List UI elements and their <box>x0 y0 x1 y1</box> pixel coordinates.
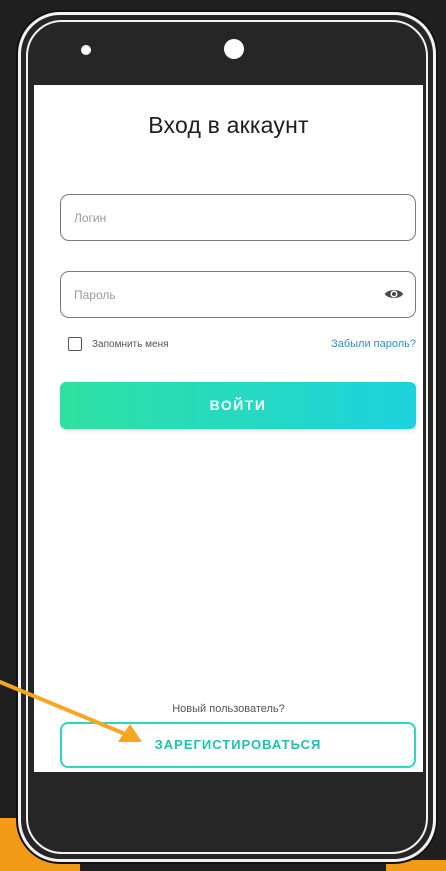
login-button[interactable]: ВОЙТИ <box>60 382 416 429</box>
password-input[interactable]: Пароль <box>60 271 416 318</box>
remember-me-checkbox[interactable] <box>68 337 82 351</box>
login-input-placeholder: Логин <box>74 211 107 225</box>
remember-me-label: Запомнить меня <box>92 338 169 350</box>
page-title: Вход в аккаунт <box>148 112 309 138</box>
annotation-arrow-icon <box>0 680 142 742</box>
password-input-placeholder: Пароль <box>74 288 116 302</box>
login-screen: Вход в аккаунт Логин Пароль Запомнить ме… <box>34 85 423 772</box>
phone-camera-dot <box>224 39 244 59</box>
phone-speaker-dot <box>81 45 91 55</box>
login-input[interactable]: Логин <box>60 194 416 241</box>
eye-icon[interactable] <box>384 286 404 302</box>
remember-me[interactable]: Запомнить меня <box>68 337 169 351</box>
forgot-password-link[interactable]: Забыли пароль? <box>331 338 416 350</box>
